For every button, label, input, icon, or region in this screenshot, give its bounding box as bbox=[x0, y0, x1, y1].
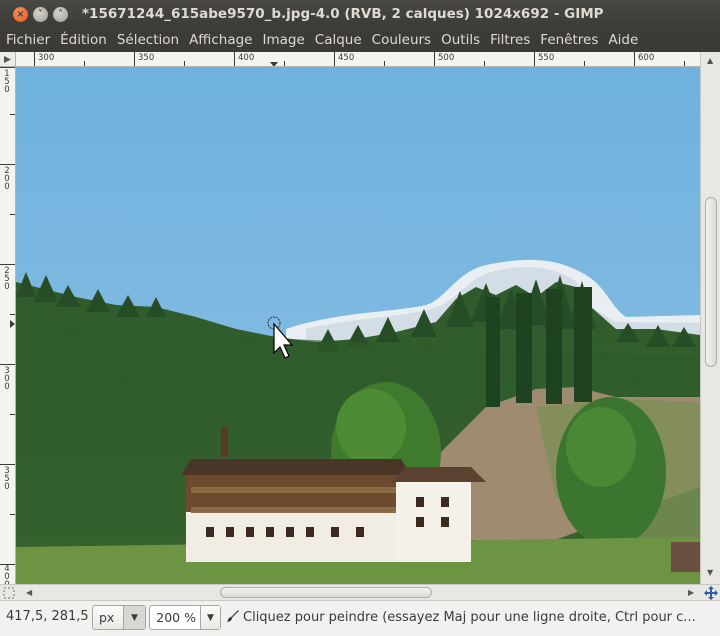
zoom-selector[interactable]: 200 % ▼ bbox=[149, 605, 221, 630]
unit-value: px bbox=[99, 610, 115, 625]
menu-affichage[interactable]: Affichage bbox=[189, 32, 252, 48]
navigate-icon[interactable] bbox=[703, 585, 719, 601]
maximize-window-button[interactable]: ˄ bbox=[53, 7, 68, 22]
unit-selector[interactable]: px ▼ bbox=[92, 605, 146, 630]
menu-selection[interactable]: Sélection bbox=[117, 32, 179, 48]
ruler-label: 500 bbox=[438, 53, 455, 63]
close-icon: × bbox=[16, 9, 25, 20]
menu-edition[interactable]: Édition bbox=[60, 32, 107, 48]
window-title: *15671244_615abe9570_b.jpg-4.0 (RVB, 2 c… bbox=[82, 6, 604, 22]
horizontal-scrollbar[interactable]: ◀ ▶ bbox=[0, 584, 720, 600]
menu-arrow-icon bbox=[4, 55, 11, 63]
ruler-label-250: 250 bbox=[4, 266, 10, 292]
status-message: Cliquez pour peindre (essayez Maj pour u… bbox=[226, 609, 716, 625]
horizontal-scroll-thumb[interactable] bbox=[220, 587, 432, 598]
ruler-label: 350 bbox=[138, 53, 155, 63]
ruler-ticks bbox=[0, 67, 15, 565]
status-text: Cliquez pour peindre (essayez Maj pour u… bbox=[243, 610, 696, 625]
ruler-label-350: 350 bbox=[4, 466, 10, 492]
ruler-label-150: 150 bbox=[4, 69, 10, 95]
image-window-workspace: 300 350 400 450 500 550 600 1 5 0 2 0 0 … bbox=[0, 52, 720, 600]
ruler-label-400: 400 bbox=[4, 564, 10, 584]
close-window-button[interactable]: × bbox=[13, 7, 28, 22]
menu-outils[interactable]: Outils bbox=[441, 32, 480, 48]
vertical-scroll-thumb[interactable] bbox=[705, 197, 717, 367]
vertical-ruler[interactable]: 150 200 250 300 350 400 bbox=[0, 67, 16, 584]
maximize-icon: ˄ bbox=[58, 9, 63, 20]
horizontal-ruler[interactable]: 300 350 400 450 500 550 600 bbox=[16, 52, 700, 67]
ruler-label: 600 bbox=[638, 53, 655, 63]
menu-filtres[interactable]: Filtres bbox=[490, 32, 530, 48]
zoom-value[interactable]: 200 % bbox=[156, 610, 196, 625]
minimize-icon: ˅ bbox=[38, 9, 43, 20]
vertical-scrollbar[interactable]: ▲ ▼ bbox=[700, 52, 720, 584]
scroll-right-icon[interactable]: ▶ bbox=[688, 588, 694, 597]
landscape-photo bbox=[16, 67, 700, 584]
ruler-label: 450 bbox=[338, 53, 355, 63]
ruler-label: 550 bbox=[538, 53, 555, 63]
statusbar: 417,5, 281,5 px ▼ 200 % ▼ Cliquez pour p… bbox=[0, 600, 720, 636]
pointer-coordinates: 417,5, 281,5 bbox=[6, 609, 89, 624]
scroll-up-icon[interactable]: ▲ bbox=[707, 56, 713, 65]
scroll-down-icon[interactable]: ▼ bbox=[707, 568, 713, 577]
pointer-cursor-icon bbox=[267, 316, 294, 359]
image-canvas[interactable] bbox=[16, 67, 700, 584]
ruler-ticks bbox=[34, 52, 685, 66]
ruler-label-300: 300 bbox=[4, 366, 10, 392]
menu-calque[interactable]: Calque bbox=[315, 32, 362, 48]
menu-fichier[interactable]: Fichier bbox=[6, 32, 50, 48]
quick-mask-icon[interactable] bbox=[2, 586, 16, 600]
menu-image[interactable]: Image bbox=[262, 32, 304, 48]
menu-aide[interactable]: Aide bbox=[608, 32, 638, 48]
ruler-pointer-marker bbox=[10, 320, 15, 328]
scroll-left-icon[interactable]: ◀ bbox=[26, 588, 32, 597]
chevron-down-icon[interactable]: ▼ bbox=[123, 606, 145, 629]
paintbrush-icon bbox=[227, 610, 239, 622]
ruler-label-200: 200 bbox=[4, 166, 10, 192]
menu-fenetres[interactable]: Fenêtres bbox=[540, 32, 598, 48]
ruler-label: 300 bbox=[38, 53, 55, 63]
minimize-window-button[interactable]: ˅ bbox=[33, 7, 48, 22]
menu-couleurs[interactable]: Couleurs bbox=[372, 32, 431, 48]
ruler-label: 400 bbox=[238, 53, 255, 63]
window-titlebar: × ˅ ˄ *15671244_615abe9570_b.jpg-4.0 (RV… bbox=[0, 0, 720, 28]
menubar: Fichier Édition Sélection Affichage Imag… bbox=[0, 28, 720, 52]
chevron-down-icon[interactable]: ▼ bbox=[200, 606, 220, 629]
menu-arrow-button[interactable] bbox=[0, 52, 16, 67]
